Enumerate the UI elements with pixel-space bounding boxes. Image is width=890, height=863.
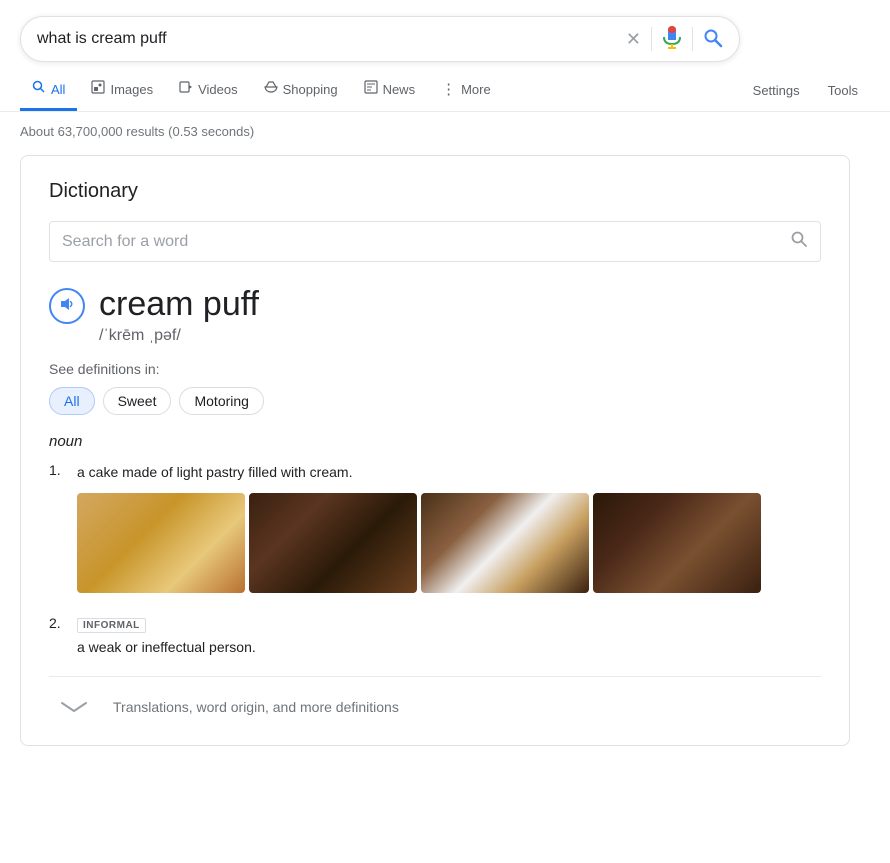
all-icon (32, 80, 46, 98)
cream-puff-image-1[interactable] (77, 493, 245, 593)
tab-shopping-label: Shopping (283, 82, 338, 97)
more-defs-label: Translations, word origin, and more defi… (113, 699, 399, 715)
tab-shopping[interactable]: Shopping (252, 70, 350, 111)
voice-search-icon[interactable] (662, 26, 682, 53)
word-search-box[interactable]: Search for a word (49, 221, 821, 262)
cream-puff-image-4[interactable] (593, 493, 761, 593)
chevron-down-icon (49, 693, 99, 721)
tab-news-label: News (383, 82, 416, 97)
tag-sweet[interactable]: Sweet (103, 387, 172, 415)
definition-item-2: 2. INFORMAL a weak or ineffectual person… (49, 615, 821, 658)
word-main: cream puff /ˈkrēm ˌpəf/ (99, 284, 259, 345)
word-entry: cream puff /ˈkrēm ˌpəf/ (49, 284, 821, 345)
tab-news[interactable]: News (352, 70, 428, 111)
definitions-list: 1. a cake made of light pastry filled wi… (49, 462, 821, 658)
definition-tags: All Sweet Motoring (49, 387, 821, 415)
tab-images[interactable]: Images (79, 70, 165, 111)
search-submit-icon[interactable] (703, 28, 723, 51)
def-text-1: a cake made of light pastry filled with … (77, 462, 821, 483)
tools-button[interactable]: Tools (816, 73, 870, 108)
definition-item-1: 1. a cake made of light pastry filled wi… (49, 462, 821, 597)
more-definitions-footer[interactable]: Translations, word origin, and more defi… (49, 676, 821, 721)
shopping-icon (264, 80, 278, 98)
clear-search-icon[interactable]: ✕ (626, 29, 641, 50)
news-icon (364, 80, 378, 98)
cream-puff-image-2[interactable] (249, 493, 417, 593)
word-search-placeholder[interactable]: Search for a word (62, 233, 790, 251)
search-query-text: what is cream puff (37, 30, 626, 48)
tab-all-label: All (51, 82, 65, 97)
search-bar[interactable]: what is cream puff ✕ (20, 16, 740, 62)
tab-videos[interactable]: Videos (167, 70, 250, 111)
tab-videos-label: Videos (198, 82, 238, 97)
nav-tabs: All Images Videos Shopping News ⋮ More S… (0, 62, 890, 112)
tab-all[interactable]: All (20, 70, 77, 111)
videos-icon (179, 80, 193, 98)
cream-puff-image-3[interactable] (421, 493, 589, 593)
word-headword: cream puff (99, 284, 259, 325)
definition-images (77, 493, 821, 593)
results-count: About 63,700,000 results (0.53 seconds) (0, 112, 890, 147)
search-divider2 (692, 27, 693, 51)
more-dots-icon: ⋮ (441, 80, 456, 98)
def-num-2: 2. (49, 615, 69, 631)
search-divider (651, 27, 652, 51)
search-bar-area: what is cream puff ✕ (0, 0, 890, 62)
images-icon (91, 80, 105, 98)
def-num-1: 1. (49, 462, 69, 478)
word-search-icon (790, 230, 808, 253)
nav-right-actions: Settings Tools (741, 73, 870, 108)
settings-button[interactable]: Settings (741, 73, 812, 108)
part-of-speech: noun (49, 433, 821, 450)
def-text-2: a weak or ineffectual person. (77, 637, 821, 658)
speaker-button[interactable] (49, 288, 85, 324)
speaker-icon (59, 296, 75, 317)
informal-badge: INFORMAL (77, 618, 146, 633)
dictionary-card: Dictionary Search for a word cream puff … (20, 155, 850, 746)
see-defs-label: See definitions in: (49, 361, 821, 377)
tab-more[interactable]: ⋮ More (429, 70, 503, 111)
def-content-2: INFORMAL a weak or ineffectual person. (77, 615, 821, 658)
tag-motoring[interactable]: Motoring (179, 387, 263, 415)
def-content-1: a cake made of light pastry filled with … (77, 462, 821, 597)
tab-images-label: Images (110, 82, 153, 97)
search-bar-icons: ✕ (626, 26, 723, 53)
tab-more-label: More (461, 82, 491, 97)
dictionary-title: Dictionary (49, 180, 821, 203)
word-pronunciation: /ˈkrēm ˌpəf/ (99, 327, 259, 345)
tag-all[interactable]: All (49, 387, 95, 415)
